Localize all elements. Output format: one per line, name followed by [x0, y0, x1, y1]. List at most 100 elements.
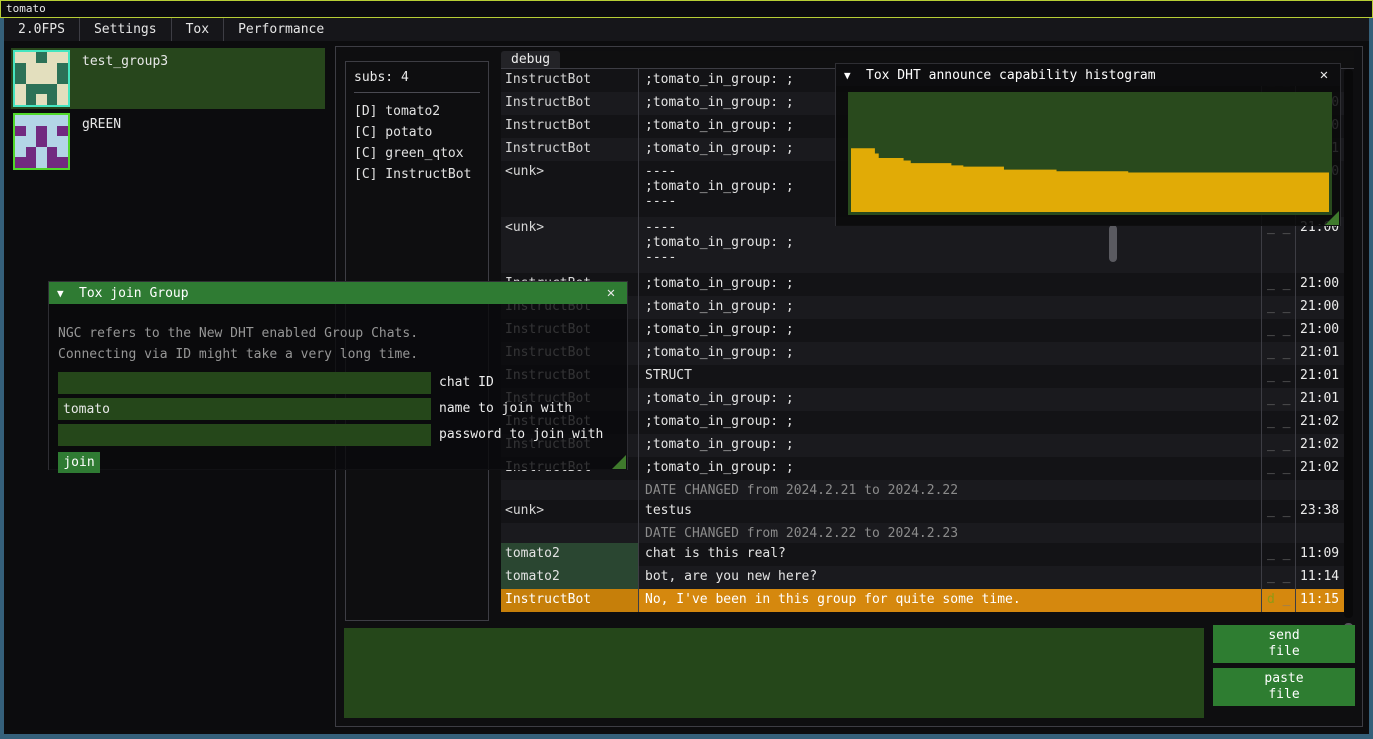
tab-debug[interactable]: debug	[501, 51, 560, 68]
histogram-titlebar[interactable]: ▼ Tox DHT announce capability histogram …	[836, 64, 1340, 86]
join-button[interactable]: join	[58, 452, 100, 473]
close-icon[interactable]: ✕	[603, 285, 619, 301]
avatar-pixel	[57, 52, 68, 63]
timestamp: 21:02	[1295, 457, 1344, 480]
message-text: ;tomato_in_group: ;	[639, 434, 1261, 457]
avatar-pixel	[26, 63, 37, 74]
status-mark-2: _	[1275, 368, 1291, 383]
avatar-pixel	[57, 73, 68, 84]
status-marks: _ _	[1261, 457, 1295, 480]
status-marks: _ _	[1261, 500, 1295, 523]
menu-item-tox[interactable]: Tox	[172, 18, 223, 41]
chat-row[interactable]: tomato2chat is this real?_ _11:09	[501, 543, 1344, 566]
member-item-green_qtox[interactable]: [C] green_qtox	[354, 143, 480, 164]
sender-name: InstructBot	[501, 115, 639, 138]
histogram-body	[836, 86, 1340, 226]
date-text: DATE CHANGED from 2024.2.21 to 2024.2.22	[639, 480, 1261, 500]
paste-file-button[interactable]: paste file	[1213, 668, 1355, 706]
member-item-potato[interactable]: [C] potato	[354, 122, 480, 143]
message-text: ;tomato_in_group: ;	[639, 342, 1261, 365]
avatar-pixel	[36, 94, 47, 105]
date-row[interactable]: DATE CHANGED from 2024.2.22 to 2024.2.23	[501, 523, 1344, 543]
chat-row[interactable]: tomato2bot, are you new here?_ _11:14	[501, 566, 1344, 589]
avatar-pixel	[15, 136, 26, 147]
message-text: ;tomato_in_group: ;	[639, 319, 1261, 342]
date-row[interactable]: DATE CHANGED from 2024.2.21 to 2024.2.22	[501, 480, 1344, 500]
status-marks: _ _	[1261, 296, 1295, 319]
status-mark-1: _	[1267, 546, 1275, 561]
timestamp	[1295, 480, 1344, 500]
avatar-pixel	[47, 73, 58, 84]
timestamp: 21:00	[1295, 319, 1344, 342]
menu-item-settings[interactable]: Settings	[80, 18, 171, 41]
sender-name	[501, 523, 639, 543]
join-name-field-label: name to join with	[439, 398, 572, 420]
send-file-button[interactable]: send file	[1213, 625, 1355, 663]
join-desc-line2: Connecting via ID might take a very long…	[58, 347, 418, 362]
avatar-pixel	[36, 115, 47, 126]
avatar-pixel	[47, 63, 58, 74]
send-file-label-2: file	[1268, 644, 1299, 660]
collapse-arrow-icon[interactable]: ▼	[57, 287, 79, 300]
timestamp	[1295, 523, 1344, 543]
sender-name: InstructBot	[501, 92, 639, 115]
message-scrollbar-handle[interactable]	[1109, 225, 1117, 262]
avatar-pixel	[15, 147, 26, 158]
chat-scrollbar[interactable]	[1344, 69, 1353, 618]
group-row-test_group3[interactable]: test_group3	[11, 48, 325, 109]
join-group-titlebar[interactable]: ▼ Tox join Group ✕	[49, 282, 627, 304]
status-marks: _ _	[1261, 566, 1295, 589]
avatar-pixel	[47, 84, 58, 95]
avatar-pixel	[36, 126, 47, 137]
avatar-pixel	[57, 115, 68, 126]
avatar-pixel	[26, 147, 37, 158]
timestamp: 21:01	[1295, 342, 1344, 365]
group-row-gREEN[interactable]: gREEN	[11, 111, 325, 172]
avatar-pixel	[57, 147, 68, 158]
member-list: [D] tomato2[C] potato[C] green_qtox[C] I…	[354, 101, 480, 185]
avatar-pixel	[15, 94, 26, 105]
chat-id-field[interactable]	[58, 372, 431, 394]
menu-item-performance[interactable]: Performance	[224, 18, 338, 41]
avatar-pixel	[15, 63, 26, 74]
timestamp: 21:02	[1295, 434, 1344, 457]
status-mark-2: _	[1275, 503, 1291, 518]
status-mark-2: _	[1275, 276, 1291, 291]
join-group-window: ▼ Tox join Group ✕ NGC refers to the New…	[48, 281, 628, 470]
avatar-pixel	[15, 115, 26, 126]
status-mark-1: _	[1267, 460, 1275, 475]
chat-input[interactable]	[344, 628, 1204, 718]
status-marks	[1261, 523, 1295, 543]
window-edge-bottom	[0, 734, 1373, 739]
message-text: bot, are you new here?	[639, 566, 1261, 589]
os-titlebar[interactable]: tomato	[0, 0, 1373, 18]
timestamp: 11:15	[1295, 589, 1344, 612]
status-marks: _ _	[1261, 434, 1295, 457]
join-name-field[interactable]	[58, 398, 431, 420]
timestamp: 21:02	[1295, 411, 1344, 434]
menu-bar: 2.0FPS SettingsToxPerformance	[4, 18, 1369, 41]
sender-name: tomato2	[501, 543, 639, 566]
member-item-tomato2[interactable]: [D] tomato2	[354, 101, 480, 122]
join-group-title: Tox join Group	[79, 286, 603, 301]
chat-row[interactable]: <unk>testus_ _23:38	[501, 500, 1344, 523]
status-mark-1: _	[1267, 569, 1275, 584]
chat-row[interactable]: InstructBotNo, I've been in this group f…	[501, 589, 1344, 612]
close-icon[interactable]: ✕	[1316, 67, 1332, 83]
sender-name: InstructBot	[501, 138, 639, 161]
status-mark-2: _	[1275, 546, 1291, 561]
avatar-pixel	[57, 63, 68, 74]
sender-name: <unk>	[501, 161, 639, 217]
date-text: DATE CHANGED from 2024.2.22 to 2024.2.23	[639, 523, 1261, 543]
collapse-arrow-icon[interactable]: ▼	[844, 69, 866, 82]
avatar-pixel	[26, 73, 37, 84]
resize-grip[interactable]	[1325, 211, 1339, 225]
join-password-field[interactable]	[58, 424, 431, 446]
group-avatar	[13, 113, 70, 170]
status-marks: d _	[1261, 589, 1295, 612]
message-text: ;tomato_in_group: ;	[639, 457, 1261, 480]
avatar-pixel	[57, 94, 68, 105]
group-avatar	[13, 50, 70, 107]
resize-grip[interactable]	[612, 455, 626, 469]
member-item-InstructBot[interactable]: [C] InstructBot	[354, 164, 480, 185]
